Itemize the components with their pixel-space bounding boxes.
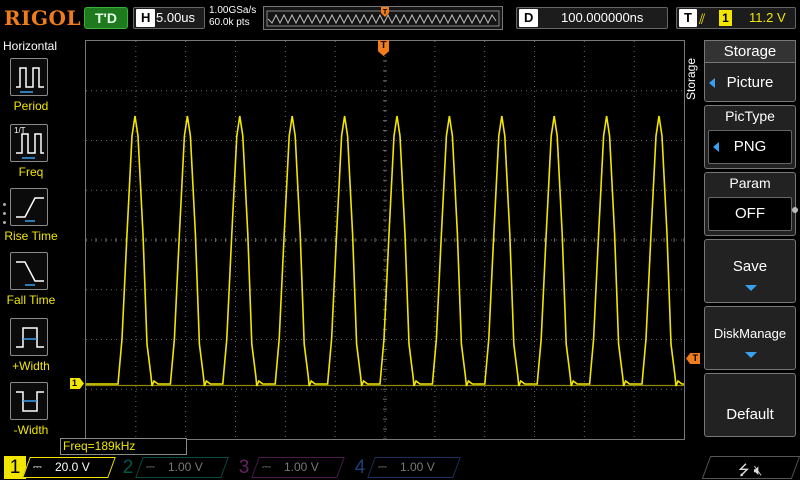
memory-depth: 60.0k pts	[209, 17, 250, 28]
softkey-save-label: Save	[732, 258, 768, 275]
dc-coupling-icon: ⎓	[146, 461, 155, 473]
channel-1-scale: 20.0 V	[55, 460, 90, 474]
freq-icon: 1/T	[10, 124, 48, 162]
channel-1-scale-box: ⎓ 20.0 V	[22, 457, 116, 478]
softkey-param-value: OFF	[708, 197, 792, 231]
trigger-level: 11.2 V	[749, 10, 786, 25]
channel-4-scale: 1.00 V	[400, 460, 435, 474]
ch1-offset-marker[interactable]: 1	[70, 378, 84, 389]
measure-minus-width-button[interactable]: -Width	[0, 382, 60, 444]
rise-time-icon	[10, 188, 48, 226]
softkey-pictype-value: PNG	[708, 130, 792, 164]
softkey-default[interactable]: Default	[704, 373, 796, 437]
softkey-default-label: Default	[726, 406, 774, 423]
channel-3-scale: 1.00 V	[284, 460, 319, 474]
delay-key: D	[519, 9, 539, 27]
channel-3-scale-box: ⎓ 1.00 V	[251, 457, 345, 478]
acquisition-info: 1.00GSa/s 60.0k pts	[209, 5, 256, 29]
plus-width-icon	[10, 318, 48, 356]
submenu-down-arrow-icon	[745, 285, 757, 291]
menu-page-dot	[792, 207, 798, 213]
status-icons: ⭍ 🔇︎	[738, 460, 762, 480]
dc-coupling-icon: ⎓	[33, 461, 42, 473]
measure-period-button[interactable]: Period	[0, 58, 60, 120]
sample-rate: 1.00GSa/s	[209, 5, 257, 16]
menu-left-arrow-icon	[713, 142, 719, 152]
timebase-key: H	[136, 9, 156, 27]
measure-rise-time-button[interactable]: Rise Time	[0, 188, 60, 250]
memory-overview-strip[interactable]: T	[263, 6, 503, 30]
period-icon	[10, 58, 48, 96]
softkey-pictype-label: PicType	[725, 108, 775, 124]
trigger-source: 1	[719, 10, 732, 26]
dc-coupling-icon: ⎓	[378, 461, 387, 473]
menu-vertical-title-text: Storage	[684, 57, 698, 101]
measure-period-label: Period	[13, 99, 49, 113]
measurement-panel: Horizontal Period 1/T Freq Rise Time Fal…	[0, 38, 60, 455]
measure-plus-width-label: +Width	[12, 359, 50, 373]
svg-text:1/T: 1/T	[14, 126, 26, 135]
run-state-badge[interactable]: T'D	[84, 7, 128, 29]
measure-fall-time-label: Fall Time	[6, 293, 56, 307]
fall-time-icon	[10, 252, 48, 290]
delay-box[interactable]: D 100.000000ns	[516, 7, 668, 29]
channel-2-scale: 1.00 V	[168, 460, 203, 474]
delay-value: 100.000000ns	[561, 10, 644, 25]
svg-text:T: T	[383, 9, 388, 16]
memory-overview-waveform: T	[266, 7, 500, 27]
timebase-box[interactable]: H 5.00us	[133, 7, 205, 29]
channel-2-scale-box: ⎓ 1.00 V	[135, 457, 229, 478]
softkey-diskmanage[interactable]: DiskManage	[704, 306, 796, 370]
measure-freq-label: Freq	[18, 165, 44, 179]
softkey-pictype[interactable]: PicType PNG	[704, 105, 796, 169]
softkey-param-label: Param	[729, 175, 771, 191]
softkey-param[interactable]: Param OFF	[704, 172, 796, 236]
submenu-down-arrow-icon	[745, 352, 757, 358]
timebase-value: 5.00us	[156, 10, 196, 25]
trigger-box[interactable]: T ⫽ 1 11.2 V	[676, 7, 796, 29]
trigger-level-marker[interactable]: T	[686, 353, 700, 364]
measure-rise-time-label: Rise Time	[4, 229, 58, 243]
usb-icon: ⭍	[738, 462, 750, 478]
channel-bar: 1 ⎓ 20.0 V 2 ⎓ 1.00 V 3 ⎓ 1.00 V 4 ⎓ 1.0…	[0, 455, 800, 480]
softkey-diskmanage-label: DiskManage	[713, 326, 787, 341]
measure-plus-width-button[interactable]: +Width	[0, 318, 60, 380]
top-status-bar: RIGOL T'D H 5.00us 1.00GSa/s 60.0k pts T…	[0, 0, 800, 38]
trigger-key: T	[679, 9, 697, 27]
measure-fall-time-button[interactable]: Fall Time	[0, 252, 60, 314]
menu-vertical-title: Storage	[683, 44, 701, 120]
softkey-pictype-value-text: PNG	[733, 138, 767, 155]
softkey-storage-type[interactable]: Picture	[704, 62, 796, 102]
rising-edge-icon: ⫽	[699, 11, 706, 27]
softkey-storage-type-value: Picture	[726, 74, 774, 91]
dc-coupling-icon: ⎓	[262, 461, 271, 473]
minus-width-icon	[10, 382, 48, 420]
measurement-category-title: Horizontal	[2, 39, 58, 53]
softkey-save[interactable]: Save	[704, 239, 796, 303]
waveform-graticule	[86, 41, 684, 439]
measure-freq-button[interactable]: 1/T Freq	[0, 124, 60, 186]
speaker-mute-icon[interactable]: 🔇︎	[754, 462, 763, 478]
waveform-display[interactable]	[85, 40, 685, 440]
channel-4-scale-box: ⎓ 1.00 V	[367, 457, 461, 478]
measurement-result: Freq=189kHz	[60, 438, 187, 455]
menu-title: Storage	[704, 40, 796, 62]
measure-minus-width-label: -Width	[13, 423, 49, 437]
brand-logo: RIGOL	[4, 6, 82, 30]
